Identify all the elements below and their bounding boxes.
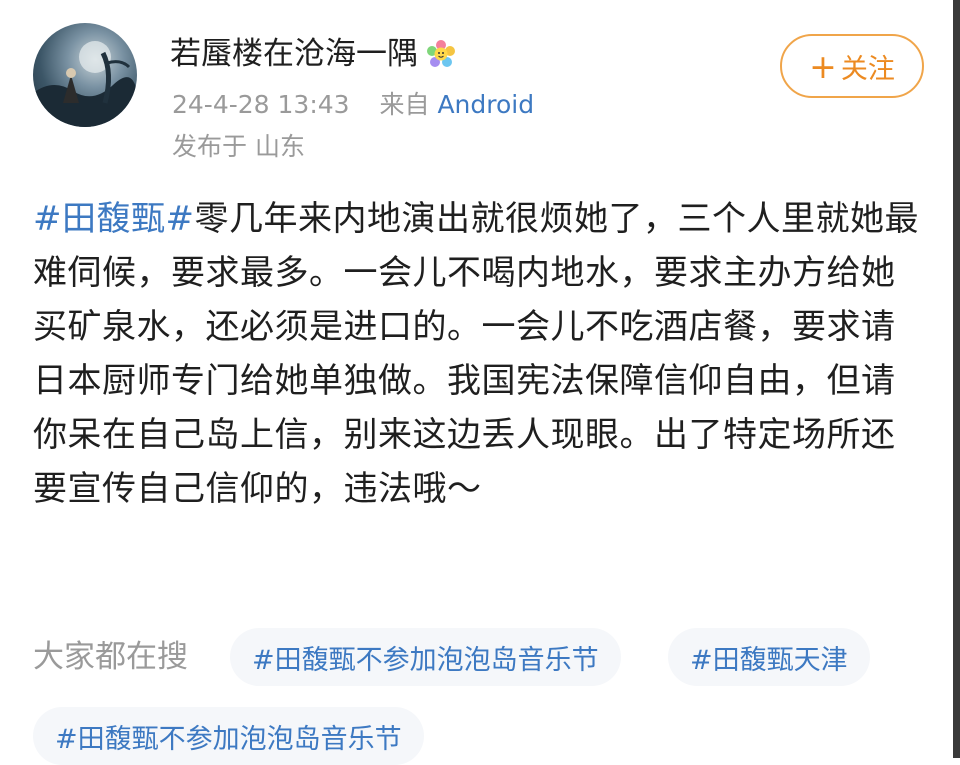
post-hashtag[interactable]: #田馥甄#	[33, 199, 194, 239]
author-name-row: 若蜃楼在沧海一隅	[170, 34, 456, 74]
follow-label: 关注	[840, 53, 895, 85]
post-content: 零几年来内地演出就很烦她了，三个人里就她最难伺候，要求最多。一会儿不喝内地水，要…	[33, 199, 919, 509]
post-location: 发布于 山东	[172, 132, 305, 161]
author-name[interactable]: 若蜃楼在沧海一隅	[170, 34, 418, 74]
flower-badge-icon	[427, 40, 455, 67]
post-source: Android	[437, 90, 535, 119]
window-edge	[953, 0, 960, 758]
source-prefix: 来自	[379, 90, 430, 119]
trending-chip[interactable]: #田馥甄天津	[668, 628, 870, 686]
post-text: #田馥甄#零几年来内地演出就很烦她了，三个人里就她最难伺候，要求最多。一会儿不喝…	[33, 192, 923, 516]
post-meta: 24-4-28 13:43 来自 Android	[172, 88, 534, 122]
avatar-image	[33, 41, 137, 127]
trending-chip[interactable]: #田馥甄不参加泡泡岛音乐节	[33, 707, 424, 765]
trending-chip[interactable]: #田馥甄不参加泡泡岛音乐节	[230, 628, 621, 686]
plus-icon: +	[809, 46, 837, 86]
trending-label: 大家都在搜	[33, 639, 188, 675]
avatar[interactable]	[33, 23, 137, 127]
post-timestamp: 24-4-28 13:43	[172, 90, 350, 119]
follow-button[interactable]: + 关注	[780, 34, 924, 98]
